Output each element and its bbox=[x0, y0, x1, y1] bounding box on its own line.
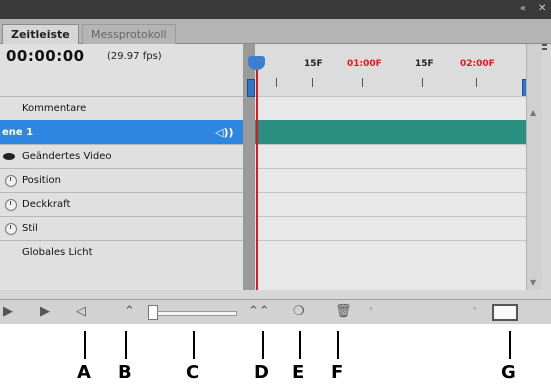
layer-label: Geändertes Video bbox=[22, 151, 112, 162]
callout-d: D bbox=[254, 362, 269, 383]
close-icon[interactable]: ✕ bbox=[538, 3, 546, 15]
scroll-up-icon[interactable]: ▲ bbox=[530, 108, 536, 117]
callout-f: F bbox=[331, 362, 344, 383]
layer-label: Deckkraft bbox=[22, 199, 71, 210]
track-globales-licht[interactable] bbox=[255, 240, 526, 265]
zoom-out-icon[interactable]: ⌃ bbox=[124, 303, 135, 321]
audio-icon[interactable]: ◁ bbox=[76, 303, 86, 321]
track-position[interactable] bbox=[255, 168, 526, 193]
track-ebene-1[interactable] bbox=[255, 120, 526, 145]
ruler-tick bbox=[276, 78, 277, 87]
layer-row-deckkraft[interactable]: Deckkraft bbox=[0, 192, 243, 217]
ruler-tick bbox=[422, 78, 423, 87]
onion-skin-icon[interactable]: ❍ bbox=[293, 303, 305, 321]
track-stil[interactable] bbox=[255, 216, 526, 241]
layer-row-kommentare[interactable]: Kommentare bbox=[0, 96, 243, 121]
current-timecode[interactable]: 00:00:00 bbox=[6, 47, 85, 65]
callout-line-g bbox=[509, 331, 511, 359]
play-icon[interactable]: ▶ bbox=[3, 303, 13, 321]
tab-messprotokoll[interactable]: Messprotokoll bbox=[82, 24, 176, 44]
eye-icon[interactable] bbox=[3, 153, 15, 160]
collapse-icon[interactable]: « bbox=[520, 3, 526, 15]
track-deckkraft[interactable] bbox=[255, 192, 526, 217]
tab-bar: Zeitleiste Messprotokoll bbox=[0, 19, 551, 50]
ruler-label: 02:00F bbox=[460, 59, 495, 69]
work-area-start-handle[interactable] bbox=[247, 79, 255, 97]
callout-line-d bbox=[262, 331, 264, 359]
frame-rate: (29.97 fps) bbox=[107, 51, 162, 62]
horizontal-scrollbar[interactable]: ‹ › bbox=[365, 302, 485, 320]
callout-c: C bbox=[186, 362, 200, 383]
layer-label: Kommentare bbox=[22, 103, 87, 114]
ruler-label: 15F bbox=[304, 59, 323, 69]
layer-label: Position bbox=[22, 175, 61, 186]
callout-line-c bbox=[193, 331, 195, 359]
tab-zeitleiste[interactable]: Zeitleiste bbox=[2, 24, 79, 44]
convert-to-frame-animation-icon[interactable] bbox=[492, 304, 518, 321]
callout-g: G bbox=[501, 362, 516, 383]
layer-label: Globales Licht bbox=[22, 247, 93, 258]
ruler-label: 15F bbox=[415, 59, 434, 69]
callout-line-e bbox=[299, 331, 301, 359]
layer-row-geaendertes-video[interactable]: Geändertes Video bbox=[0, 144, 243, 169]
track-geaendertes-video[interactable] bbox=[255, 144, 526, 169]
step-forward-icon[interactable]: ▶ bbox=[40, 303, 50, 321]
callout-a: A bbox=[77, 362, 91, 383]
layer-label: ene 1 bbox=[2, 127, 34, 138]
ruler-tick bbox=[362, 78, 363, 87]
stopwatch-icon[interactable] bbox=[5, 175, 17, 187]
layer-row-globales-licht[interactable]: Globales Licht bbox=[0, 240, 243, 265]
track-kommentare[interactable] bbox=[255, 96, 526, 121]
zoom-slider-thumb[interactable] bbox=[148, 305, 158, 320]
layer-row-position[interactable]: Position bbox=[0, 168, 243, 193]
stopwatch-icon[interactable] bbox=[5, 199, 17, 211]
layer-label: Stil bbox=[22, 223, 38, 234]
scroll-left-icon[interactable]: ‹ bbox=[369, 304, 373, 314]
callout-b: B bbox=[118, 362, 132, 383]
zoom-slider-track[interactable] bbox=[150, 311, 237, 316]
panel-titlebar: « ✕ bbox=[0, 0, 551, 19]
callout-line-f bbox=[337, 331, 339, 359]
callout-line-b bbox=[125, 331, 127, 359]
callout-e: E bbox=[292, 362, 305, 383]
time-ruler[interactable] bbox=[255, 44, 526, 97]
speaker-icon[interactable]: ◁)) bbox=[215, 121, 234, 145]
timeline-panel: « ✕ Zeitleiste Messprotokoll 00:00:00 (2… bbox=[0, 0, 551, 324]
vertical-scrollbar[interactable]: ▲ ▼ bbox=[526, 44, 542, 290]
scroll-right-icon[interactable]: › bbox=[473, 304, 477, 314]
current-time-indicator-line bbox=[256, 65, 258, 290]
ruler-label: 01:00F bbox=[347, 59, 382, 69]
layer-row-ebene-1[interactable]: ene 1 ◁)) bbox=[0, 120, 243, 145]
ruler-tick bbox=[312, 78, 313, 87]
zoom-in-icon[interactable]: ⌃⌃ bbox=[248, 303, 270, 321]
ruler-tick bbox=[476, 78, 477, 87]
current-time-indicator[interactable] bbox=[248, 56, 265, 70]
layer-row-stil[interactable]: Stil bbox=[0, 216, 243, 241]
scroll-down-icon[interactable]: ▼ bbox=[530, 278, 536, 287]
callout-line-a bbox=[84, 331, 86, 359]
delete-keyframes-icon[interactable]: 🗑 bbox=[335, 303, 352, 321]
stopwatch-icon[interactable] bbox=[5, 223, 17, 235]
